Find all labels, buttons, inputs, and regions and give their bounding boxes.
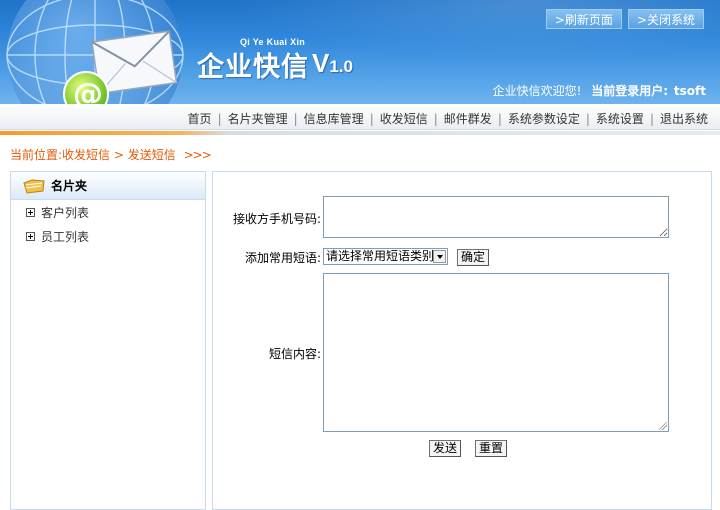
- breadcrumb: 当前位置:收发短信 > 发送短信 >>>: [10, 146, 212, 163]
- phone-number-input[interactable]: [323, 196, 669, 238]
- nav-divider: |: [217, 112, 222, 126]
- phrase-category-select[interactable]: 请选择常用短语类别: [323, 248, 448, 265]
- breadcrumb-page: 发送短信: [127, 148, 176, 162]
- sidebar-item-employees[interactable]: 员工列表: [11, 224, 205, 248]
- nav-divider: |: [369, 112, 374, 126]
- nav-item-cards: | 名片夹管理: [212, 110, 288, 127]
- phrase-select-value: 请选择常用短语类别: [326, 249, 435, 263]
- nav-item-settings: | 系统设置: [580, 110, 644, 127]
- sidebar-item-customers[interactable]: 客户列表: [11, 200, 205, 224]
- nav-divider: |: [497, 112, 502, 126]
- nav-link-sms[interactable]: 收发短信: [380, 112, 428, 126]
- card-folder-icon: [23, 178, 45, 194]
- sidebar: 名片夹 客户列表 员工列表: [10, 171, 206, 510]
- send-sms-panel: 接收方手机号码: 添加常用短语: 请选择常用短语类别 确定 短信内容: 发送 重…: [212, 171, 712, 510]
- nav-item-logout: | 退出系统: [644, 110, 708, 127]
- nav-link-settings[interactable]: 系统设置: [596, 112, 644, 126]
- nav-link-home[interactable]: 首页: [188, 112, 212, 126]
- logo-title: 企业快信: [197, 52, 309, 83]
- breadcrumb-separator: >: [113, 148, 124, 162]
- header-banner: @ Qi Ye Kuai Xin 企业快信 V1.0 >刷新页面 >关闭系统 企…: [0, 0, 720, 104]
- welcome-text: 企业快信欢迎您!: [492, 84, 582, 98]
- nav-menu: 首页 | 名片夹管理 | 信息库管理 | 收发短信 | 邮件群发 | 系统参数设定 | 系统…: [188, 110, 708, 127]
- sidebar-item-label: 客户列表: [41, 205, 90, 220]
- globe-mail-logo-icon: @: [6, 0, 184, 104]
- nav-item-home: 首页: [188, 110, 212, 127]
- resize-grip-icon[interactable]: [659, 422, 667, 430]
- nav-item-params: | 系统参数设定: [492, 110, 580, 127]
- nav-item-sms: | 收发短信: [364, 110, 428, 127]
- breadcrumb-section[interactable]: 收发短信: [62, 148, 110, 162]
- sidebar-item-label: 员工列表: [41, 229, 90, 244]
- sms-content-input[interactable]: [323, 273, 669, 432]
- nav-item-library: | 信息库管理: [288, 110, 364, 127]
- logo-version: V1.0: [312, 48, 353, 79]
- breadcrumb-arrows: >>>: [183, 148, 212, 162]
- plus-expand-icon[interactable]: [26, 207, 35, 217]
- nav-link-logout[interactable]: 退出系统: [660, 112, 708, 126]
- accent-bar: [0, 131, 720, 135]
- nav-link-cards[interactable]: 名片夹管理: [228, 112, 288, 126]
- close-system-link[interactable]: >关闭系统: [627, 9, 704, 29]
- phrase-label: 添加常用短语:: [244, 251, 321, 265]
- content-label: 短信内容:: [268, 347, 321, 361]
- welcome-bar: 企业快信欢迎您! 当前登录用户: tsoft: [493, 82, 706, 99]
- nav-divider: |: [293, 112, 298, 126]
- nav-item-mail: | 邮件群发: [428, 110, 492, 127]
- nav-divider: |: [433, 112, 438, 126]
- user-label: 当前登录用户:: [591, 84, 669, 98]
- confirm-button[interactable]: 确定: [457, 249, 490, 266]
- nav-divider: |: [649, 112, 654, 126]
- send-button[interactable]: 发送: [429, 440, 462, 457]
- nav-link-params[interactable]: 系统参数设定: [508, 112, 580, 126]
- top-links: >刷新页面 >关闭系统: [545, 9, 704, 29]
- logo-version-major: V: [312, 48, 330, 78]
- svg-text:@: @: [73, 77, 103, 104]
- username: tsoft: [673, 84, 706, 98]
- nav-divider: |: [585, 112, 590, 126]
- main-nav: 首页 | 名片夹管理 | 信息库管理 | 收发短信 | 邮件群发 | 系统参数设定 | 系统…: [0, 104, 720, 130]
- plus-expand-icon[interactable]: [26, 231, 35, 241]
- nav-link-mail[interactable]: 邮件群发: [444, 112, 492, 126]
- logo-version-minor: 1.0: [329, 57, 353, 76]
- reset-button[interactable]: 重置: [475, 440, 508, 457]
- sidebar-title: 名片夹: [51, 179, 88, 193]
- phone-label: 接收方手机号码:: [232, 212, 321, 226]
- breadcrumb-label: 当前位置:: [10, 148, 63, 162]
- chevron-down-icon[interactable]: [433, 250, 446, 263]
- refresh-page-link[interactable]: >刷新页面: [545, 9, 622, 29]
- nav-link-library[interactable]: 信息库管理: [304, 112, 364, 126]
- sidebar-header: 名片夹: [11, 172, 205, 200]
